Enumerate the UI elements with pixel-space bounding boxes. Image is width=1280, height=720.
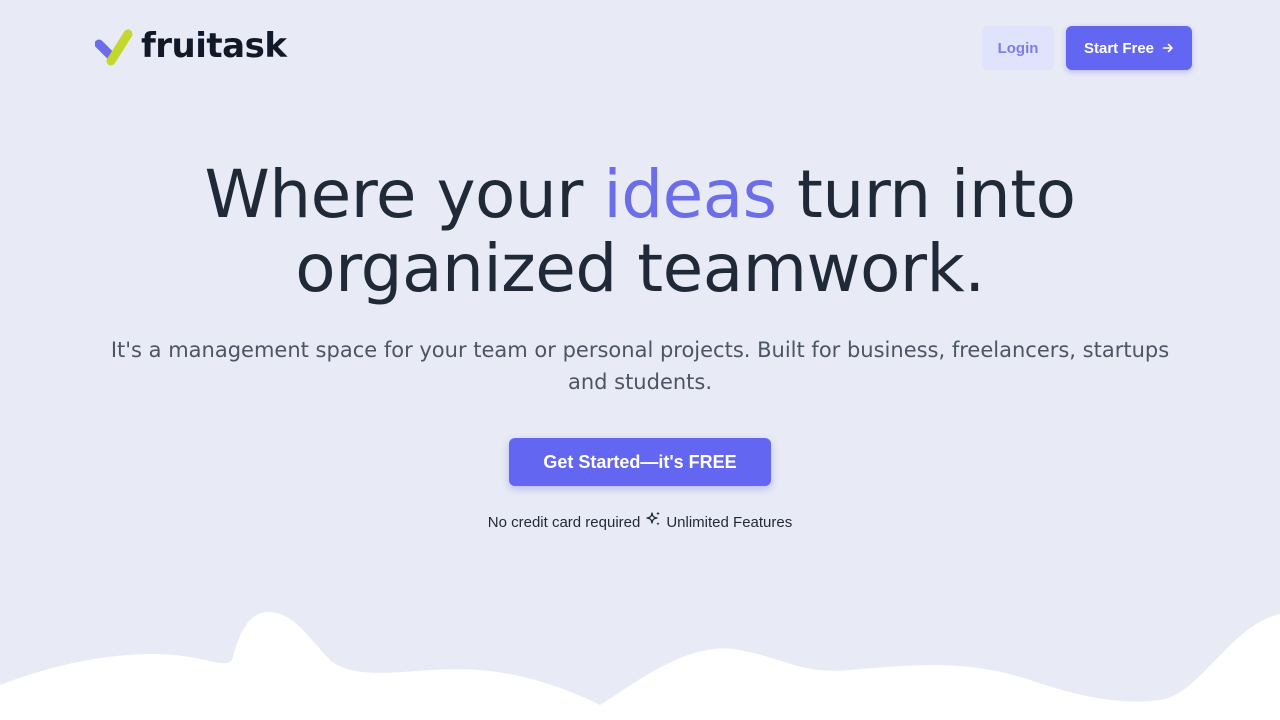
login-button-label: Login — [997, 39, 1039, 57]
no-credit-card-text: No credit card required — [487, 513, 641, 531]
unlimited-features-text: Unlimited Features — [666, 513, 793, 531]
hero-title: Where your ideas turn into organized team… — [0, 158, 1280, 306]
get-started-button-label: Get Started—it's FREE — [543, 451, 737, 472]
get-started-button[interactable]: Get Started—it's FREE — [509, 438, 771, 486]
hero-title-line2: organized teamwork. — [295, 230, 985, 307]
site-header: fruitask Login Start Free — [0, 0, 1280, 96]
hero-title-part1: Where your — [204, 156, 604, 233]
checkmark-logo-icon — [95, 29, 133, 66]
hero-subtitle: It's a management space for your team or… — [110, 338, 1170, 394]
start-free-button-label: Start Free — [1083, 39, 1155, 57]
hero-title-accent: ideas — [603, 156, 777, 233]
arrow-right-icon — [1162, 43, 1173, 53]
start-free-button[interactable]: Start Free — [1066, 26, 1192, 70]
sparkle-icon — [646, 511, 661, 526]
decorative-wave — [0, 612, 1280, 720]
brand-name: fruitask — [141, 26, 287, 66]
signup-note: No credit card required Unlimited Featur… — [0, 511, 1280, 531]
brand-logo[interactable]: fruitask — [95, 26, 287, 68]
login-button[interactable]: Login — [982, 26, 1054, 70]
hero-title-part2: turn into — [776, 156, 1076, 233]
